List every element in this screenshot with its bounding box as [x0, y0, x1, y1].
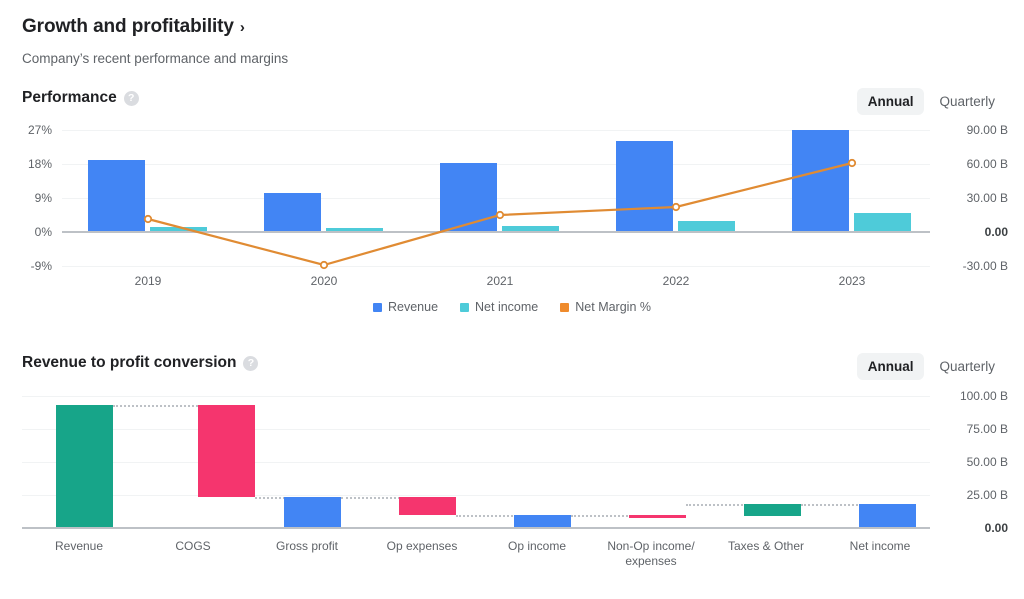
x-axis-tick-2022: 2022: [662, 274, 690, 288]
performance-section-header: Performance ?: [22, 89, 139, 107]
performance-annual-button[interactable]: Annual: [856, 88, 925, 115]
y-axis-right-tick-zero: 0.00: [984, 521, 1008, 535]
performance-quarterly-button[interactable]: Quarterly: [928, 88, 1006, 115]
legend-label-net-income: Net income: [475, 300, 539, 314]
waterfall-bar-taxes-and-other[interactable]: [744, 504, 801, 516]
y-axis-right-tick: 90.00 B: [966, 123, 1008, 137]
x-axis-tick-revenue: Revenue: [54, 539, 104, 553]
conversion-section-title: Revenue to profit conversion: [22, 354, 237, 371]
y-axis-right-tick: -30.00 B: [962, 259, 1008, 273]
waterfall-bar-revenue[interactable]: [56, 405, 113, 527]
line-point: [319, 260, 329, 270]
legend-swatch-net-income: [460, 302, 470, 312]
waterfall-bar-op-income[interactable]: [514, 515, 571, 527]
legend-label-net-margin: Net Margin %: [575, 300, 651, 314]
net-margin-line: [143, 158, 857, 270]
y-axis-right-tick: 60.00 B: [966, 157, 1008, 171]
y-axis-left-tick: -9%: [30, 259, 52, 273]
x-axis-tick-2019: 2019: [134, 274, 162, 288]
x-axis-tick-taxes-and-other: Taxes & Other: [727, 539, 805, 553]
performance-legend: Revenue Net income Net Margin %: [0, 300, 1024, 314]
y-axis-right-tick: 75.00 B: [966, 422, 1008, 436]
line-point: [143, 214, 153, 224]
waterfall-connector: [113, 405, 205, 407]
growth-and-profitability-panel: Growth and profitability › Company’s rec…: [0, 0, 1024, 599]
help-icon[interactable]: ?: [243, 355, 259, 371]
legend-swatch-revenue: [372, 302, 382, 312]
gridline: [22, 429, 930, 430]
legend-item-revenue[interactable]: Revenue: [372, 300, 439, 314]
waterfall-bar-net-income[interactable]: [859, 504, 916, 527]
x-axis-tick-cogs: COGS: [175, 539, 211, 553]
x-axis-tick-gross-profit: Gross profit: [275, 539, 339, 553]
x-axis-tick-net-income: Net income: [849, 539, 911, 553]
x-axis-tick-2021: 2021: [486, 274, 514, 288]
x-axis-tick-2020: 2020: [310, 274, 338, 288]
performance-period-toggle: Annual Quarterly: [856, 88, 1006, 115]
waterfall-bar-non-op-income-expenses[interactable]: [629, 515, 686, 518]
conversion-period-toggle: Annual Quarterly: [856, 353, 1006, 380]
gridline: [22, 396, 930, 397]
gridline: [22, 462, 930, 463]
y-axis-right-tick-zero: 0.00: [984, 225, 1008, 239]
chevron-right-icon: ›: [239, 18, 245, 36]
legend-item-net-margin[interactable]: Net Margin %: [560, 300, 651, 314]
waterfall-bar-op-expenses[interactable]: [399, 497, 456, 515]
line-point: [847, 158, 857, 168]
waterfall-bar-cogs[interactable]: [198, 405, 255, 497]
x-axis-tick-non-op-income-expenses: Non-Op income/ expenses: [607, 539, 695, 568]
y-axis-right-tick: 50.00 B: [966, 455, 1008, 469]
y-axis-left-tick: 27%: [27, 123, 52, 137]
x-axis-tick-op-expenses: Op expenses: [386, 539, 458, 553]
legend-swatch-net-margin: [560, 302, 570, 312]
zero-baseline: [22, 527, 930, 529]
page-title-text: Growth and profitability: [22, 16, 234, 37]
y-axis-right-tick: 30.00 B: [966, 191, 1008, 205]
gridline: [22, 495, 930, 496]
conversion-quarterly-button[interactable]: Quarterly: [928, 353, 1006, 380]
waterfall-bar-gross-profit[interactable]: [284, 497, 341, 527]
y-axis-left-tick: 9%: [34, 191, 52, 205]
x-axis-tick-2023: 2023: [838, 274, 866, 288]
x-axis-tick-op-income: Op income: [507, 539, 567, 553]
y-axis-right-tick: 25.00 B: [966, 488, 1008, 502]
y-axis-right-tick: 100.00 B: [959, 389, 1008, 403]
legend-item-net-income[interactable]: Net income: [460, 300, 538, 314]
page-title[interactable]: Growth and profitability ›: [22, 16, 245, 38]
conversion-annual-button[interactable]: Annual: [856, 353, 925, 380]
page-subtitle: Company’s recent performance and margins: [22, 51, 289, 66]
conversion-section-header: Revenue to profit conversion ?: [22, 354, 259, 372]
help-icon[interactable]: ?: [123, 90, 139, 106]
y-axis-left-tick: 0%: [34, 225, 52, 239]
line-point: [671, 202, 681, 212]
performance-chart: [62, 130, 930, 270]
y-axis-left-tick: 18%: [27, 157, 52, 171]
performance-section-title: Performance: [22, 89, 117, 106]
line-point: [495, 210, 505, 220]
revenue-to-profit-conversion-chart: [22, 396, 930, 529]
legend-label-revenue: Revenue: [387, 300, 439, 314]
